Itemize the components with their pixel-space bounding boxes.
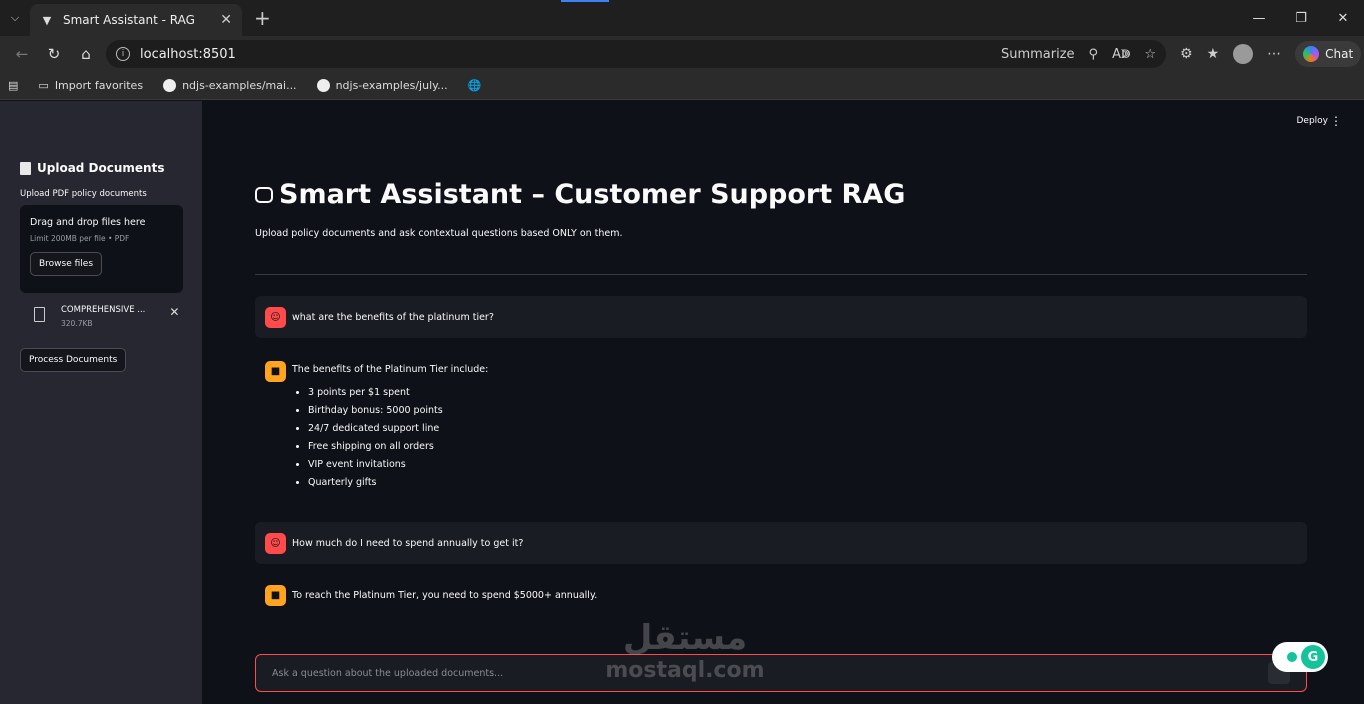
- deploy-button[interactable]: Deploy: [1296, 116, 1328, 126]
- window-controls: — ❐ ✕: [1238, 0, 1364, 36]
- list-item: Birthday bonus: 5000 points: [308, 405, 488, 416]
- favorite-star-icon[interactable]: ☆: [1144, 47, 1156, 62]
- watermark-arabic: مستقل: [622, 617, 748, 658]
- browser-tab-bar: ⌵ ▼ Smart Assistant - RAG ✕ + — ❐ ✕: [0, 0, 1364, 36]
- favorite-label: ndjs-examples/july...: [335, 79, 448, 92]
- user-avatar-icon: ☺: [265, 532, 286, 554]
- assistant-avatar-icon: ■: [265, 361, 286, 382]
- browse-files-button[interactable]: Browse files: [30, 252, 103, 276]
- list-item: 3 points per $1 spent: [308, 387, 488, 398]
- divider: [255, 274, 1307, 275]
- summarize-button[interactable]: Summarize: [1001, 47, 1075, 62]
- address-toolbar: ← ↻ ⌂ i localhost:8501 Summarize ⚲ Aↇ ☆ …: [0, 36, 1364, 72]
- new-tab-icon[interactable]: +: [254, 8, 271, 28]
- github-icon: [163, 79, 177, 92]
- favorite-label: ndjs-examples/mai...: [182, 79, 297, 92]
- reading-list-icon[interactable]: ▤: [8, 79, 18, 92]
- tab-actions-menu-icon[interactable]: ⌵: [0, 0, 30, 36]
- grammarly-icon: G: [1301, 645, 1325, 669]
- github-icon: [316, 79, 330, 92]
- uploaded-file: COMPREHENSIVE ... 320.7KB ✕: [20, 305, 182, 328]
- copilot-chat-button[interactable]: Chat: [1295, 41, 1362, 67]
- list-item: Quarterly gifts: [308, 477, 488, 488]
- copilot-icon: [1303, 46, 1320, 62]
- tab-title: Smart Assistant - RAG: [63, 13, 195, 27]
- assistant-avatar-icon: ■: [265, 585, 286, 606]
- file-name: COMPREHENSIVE ...: [61, 305, 146, 315]
- user-message: ☺ How much do I need to spend annually t…: [255, 522, 1307, 564]
- streamlit-favicon-icon: ▼: [42, 13, 52, 27]
- message-text: The benefits of the Platinum Tier includ…: [292, 364, 489, 375]
- page-title: Smart Assistant – Customer Support RAG: [255, 179, 905, 210]
- dropzone-title: Drag and drop files here: [30, 217, 146, 228]
- refresh-icon[interactable]: ↻: [38, 38, 70, 70]
- document-icon: [20, 161, 31, 175]
- list-item: VIP event invitations: [308, 459, 488, 470]
- list-item: 24/7 dedicated support line: [308, 423, 488, 434]
- message-text: How much do I need to spend annually to …: [292, 537, 524, 549]
- dropzone-hint: Limit 200MB per file • PDF: [30, 234, 130, 243]
- page-subtitle: Upload policy documents and ask contextu…: [255, 228, 623, 239]
- user-message: ☺ what are the benefits of the platinum …: [255, 296, 1307, 338]
- minimize-icon[interactable]: —: [1238, 0, 1280, 36]
- browser-tab[interactable]: ▼ Smart Assistant - RAG ✕: [30, 4, 242, 36]
- window-close-icon[interactable]: ✕: [1322, 0, 1364, 36]
- assistant-message: ■ To reach the Platinum Tier, you need t…: [255, 575, 1307, 616]
- favorites-icon[interactable]: ★: [1207, 46, 1220, 62]
- favorite-ndjs-2[interactable]: ndjs-examples/july...: [316, 79, 448, 92]
- process-documents-button[interactable]: Process Documents: [20, 348, 127, 372]
- sidebar-title: Upload Documents: [20, 161, 182, 175]
- home-icon[interactable]: ⌂: [70, 38, 102, 70]
- message-text: To reach the Platinum Tier, you need to …: [292, 590, 598, 601]
- more-menu-icon[interactable]: ⋯: [1267, 46, 1281, 62]
- favorite-ndjs-1[interactable]: ndjs-examples/mai...: [163, 79, 297, 92]
- tab-close-icon[interactable]: ✕: [220, 12, 232, 28]
- favorite-import[interactable]: ▭ Import favorites: [38, 79, 143, 92]
- favorite-label: Import favorites: [54, 79, 144, 92]
- favorites-bar: ▤ ▭ Import favorites ndjs-examples/mai..…: [0, 72, 1364, 100]
- robot-icon: [255, 186, 273, 203]
- profile-avatar[interactable]: [1233, 44, 1254, 64]
- extensions-icon[interactable]: ⚙: [1180, 46, 1193, 62]
- url-field[interactable]: i localhost:8501 Summarize ⚲ Aↇ ☆: [106, 40, 1166, 68]
- sidebar-title-text: Upload Documents: [37, 161, 165, 175]
- user-avatar-icon: ☺: [265, 306, 286, 328]
- remove-file-icon[interactable]: ✕: [169, 305, 179, 319]
- file-dropzone[interactable]: Drag and drop files here Limit 200MB per…: [20, 205, 183, 293]
- main-content: Deploy ⋮ Smart Assistant – Customer Supp…: [202, 101, 1364, 704]
- main-menu-icon[interactable]: ⋮: [1330, 114, 1342, 128]
- assistant-message: ■ The benefits of the Platinum Tier incl…: [255, 351, 1307, 505]
- back-icon[interactable]: ←: [6, 38, 38, 70]
- file-size: 320.7KB: [61, 319, 93, 328]
- globe-icon[interactable]: 🌐: [468, 79, 482, 92]
- url-text: localhost:8501: [140, 46, 236, 62]
- uploader-label: Upload PDF policy documents: [20, 189, 147, 199]
- grammarly-status-icon: [1287, 652, 1297, 662]
- list-item: Free shipping on all orders: [308, 441, 488, 452]
- chat-label: Chat: [1325, 47, 1354, 61]
- message-text: what are the benefits of the platinum ti…: [292, 311, 494, 323]
- grammarly-widget[interactable]: G: [1272, 642, 1328, 672]
- folder-icon: ▭: [38, 79, 49, 92]
- zoom-icon[interactable]: ⚲: [1089, 47, 1099, 62]
- read-aloud-icon[interactable]: Aↇ: [1112, 47, 1130, 62]
- sidebar: Upload Documents Upload PDF policy docum…: [0, 101, 202, 704]
- chat-input-container: [255, 654, 1307, 692]
- site-info-icon[interactable]: i: [116, 47, 130, 61]
- benefits-list: 3 points per $1 spent Birthday bonus: 50…: [292, 387, 488, 488]
- watermark-latin: mostaql.com: [605, 657, 765, 683]
- file-icon: [34, 307, 45, 322]
- maximize-icon[interactable]: ❐: [1280, 0, 1322, 36]
- loading-indicator: [561, 0, 609, 2]
- page-title-text: Smart Assistant – Customer Support RAG: [279, 179, 906, 210]
- watermark: مستقل mostaql.com: [600, 610, 770, 690]
